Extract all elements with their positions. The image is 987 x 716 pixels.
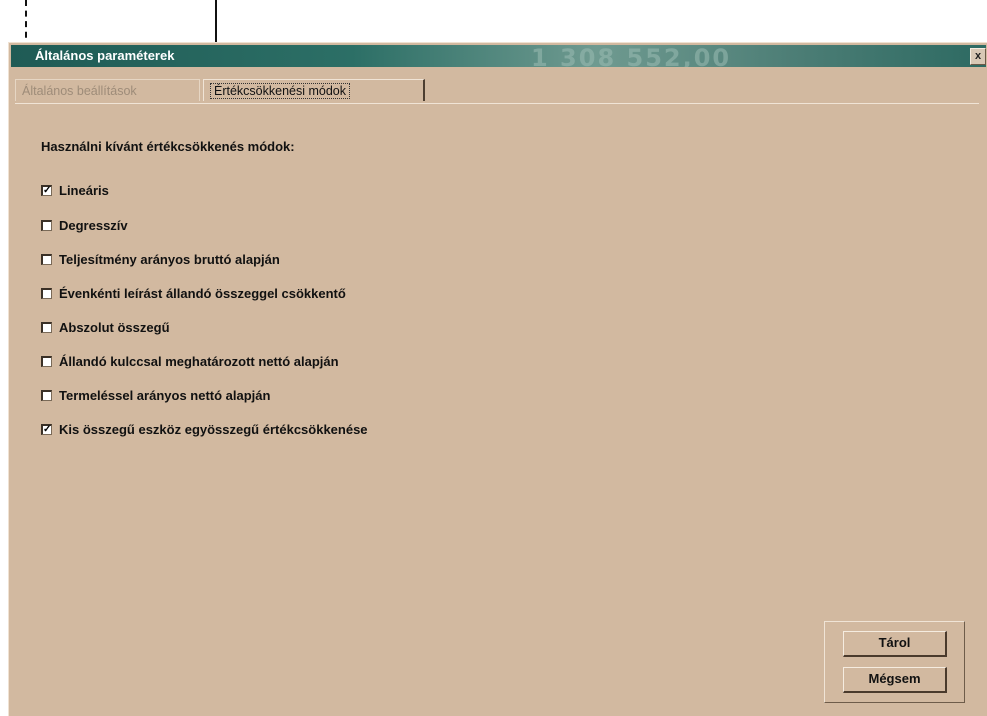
option-label: Évenkénti leírást állandó összeggel csök… [59,285,346,301]
option-absolute[interactable]: Abszolut összegű [41,318,170,336]
option-label: Kis összegű eszköz egyösszegű értékcsökk… [59,421,368,437]
close-button[interactable]: x [970,48,986,65]
window-title: Általános paraméterek [35,48,175,63]
checkbox[interactable] [41,355,52,367]
option-linear[interactable]: ✓ Lineáris [41,181,109,199]
tab-strip: Általános beállítások Értékcsökkenési mó… [15,79,979,104]
option-label: Degresszív [59,217,128,233]
checkbox[interactable]: ✓ [41,423,52,435]
title-background-text: 1 308 552,00 [531,45,732,67]
option-label: Abszolut összegű [59,319,170,335]
option-label: Lineáris [59,182,109,198]
save-button[interactable]: Tárol [843,631,947,657]
option-constant-key-net[interactable]: Állandó kulccsal meghatározott nettó ala… [41,352,339,370]
title-bar[interactable]: 1 308 552,00 Általános paraméterek x [11,45,986,67]
cancel-button[interactable]: Mégsem [843,667,947,693]
checkbox[interactable] [41,219,52,231]
checkbox[interactable] [41,287,52,299]
tab-general-settings[interactable]: Általános beállítások [15,79,200,101]
checkbox[interactable] [41,389,52,401]
checkbox[interactable]: ✓ [41,184,52,196]
checkbox[interactable] [41,321,52,333]
button-group: Tárol Mégsem [824,621,965,703]
parameters-dialog: 1 308 552,00 Általános paraméterek x Ált… [8,42,987,716]
option-label: Termeléssel arányos nettó alapján [59,387,271,403]
section-label: Használni kívánt értékcsökkenés módok: [41,139,295,154]
option-degressive[interactable]: Degresszív [41,216,128,234]
option-performance-gross[interactable]: Teljesítmény arányos bruttó alapján [41,250,280,268]
option-annual-constant[interactable]: Évenkénti leírást állandó összeggel csök… [41,284,346,302]
checkbox[interactable] [41,253,52,265]
option-production-net[interactable]: Termeléssel arányos nettó alapján [41,386,270,404]
tab-depreciation-modes[interactable]: Értékcsökkenési módok [203,79,425,101]
tab-depreciation-modes-label: Értékcsökkenési módok [210,83,351,99]
option-label: Állandó kulccsal meghatározott nettó ala… [59,353,339,369]
option-label: Teljesítmény arányos bruttó alapján [59,251,280,267]
tab-divider [15,103,979,104]
option-small-asset[interactable]: ✓ Kis összegű eszköz egyösszegű értékcsö… [41,420,368,438]
